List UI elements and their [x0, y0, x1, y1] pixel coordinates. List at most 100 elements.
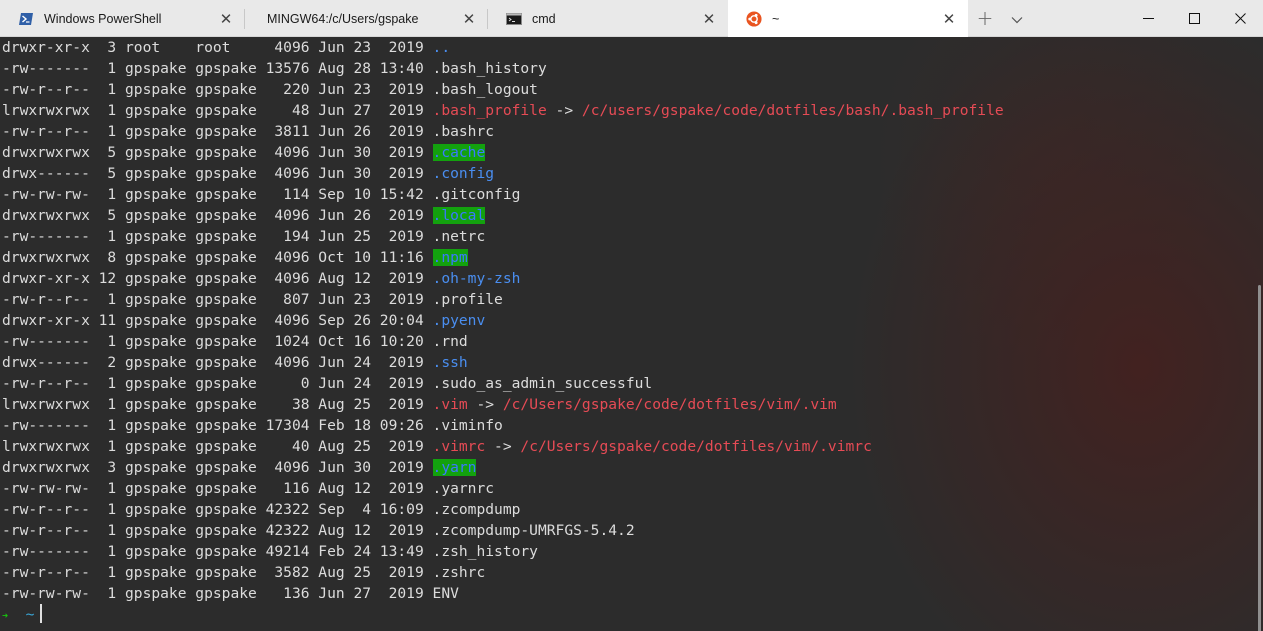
prompt-directory: ~	[25, 606, 35, 623]
file-name: .yarn	[432, 459, 477, 476]
file-name: .rnd	[432, 333, 468, 350]
new-tab-button[interactable]: +	[968, 0, 1002, 36]
close-tab-icon[interactable]: ✕	[458, 8, 480, 30]
terminal-line: -rw-r--r-- 1 gpspake gpspake 0 Jun 24 20…	[2, 373, 1004, 394]
scrollbar[interactable]	[1258, 285, 1261, 631]
tab-label: cmd	[532, 11, 556, 26]
terminal-line: -rw------- 1 gpspake gpspake 13576 Aug 2…	[2, 58, 1004, 79]
file-metadata: -rw-r--r-- 1 gpspake gpspake 807 Jun 23 …	[2, 291, 433, 308]
terminal-line: -rw-r--r-- 1 gpspake gpspake 42322 Aug 1…	[2, 520, 1004, 541]
tab-powershell[interactable]: Windows PowerShell ✕	[0, 0, 245, 37]
file-name: ..	[432, 39, 451, 56]
terminal-line: drwxrwxrwx 3 gpspake gpspake 4096 Jun 30…	[2, 457, 1004, 478]
terminal-line: drwx------ 2 gpspake gpspake 4096 Jun 24…	[2, 352, 1004, 373]
tab-mingw64[interactable]: MINGW64:/c/Users/gspake ✕	[245, 0, 488, 37]
file-metadata: -rw-r--r-- 1 gpspake gpspake 42322 Sep 4…	[2, 501, 433, 518]
file-name: .vimrc	[432, 438, 486, 455]
terminal-pane[interactable]: drwxr-xr-x 3 root root 4096 Jun 23 2019 …	[0, 37, 1263, 631]
terminal-line: drwxrwxrwx 5 gpspake gpspake 4096 Jun 26…	[2, 205, 1004, 226]
tabbar-drag-region[interactable]	[1032, 0, 1125, 36]
terminal-line: -rw-r--r-- 1 gpspake gpspake 42322 Sep 4…	[2, 499, 1004, 520]
terminal-line: -rw-r--r-- 1 gpspake gpspake 3811 Jun 26…	[2, 121, 1004, 142]
symlink-target: /c/Users/gspake/code/dotfiles/vim/.vimrc	[520, 438, 872, 455]
file-name: .ssh	[432, 354, 468, 371]
terminal-line: drwxrwxrwx 5 gpspake gpspake 4096 Jun 30…	[2, 142, 1004, 163]
terminal-line: -rw-r--r-- 1 gpspake gpspake 220 Jun 23 …	[2, 79, 1004, 100]
file-metadata: -rw------- 1 gpspake gpspake 194 Jun 25 …	[2, 228, 433, 245]
close-tab-icon[interactable]: ✕	[698, 8, 720, 30]
file-name: .zshrc	[432, 564, 486, 581]
chevron-down-icon	[1011, 9, 1023, 28]
terminal-line: drwxr-xr-x 3 root root 4096 Jun 23 2019 …	[2, 37, 1004, 58]
terminal-line: -rw------- 1 gpspake gpspake 49214 Feb 2…	[2, 541, 1004, 562]
file-name: .gitconfig	[432, 186, 521, 203]
cmd-icon	[506, 11, 522, 27]
file-metadata: drwxr-xr-x 3 root root 4096 Jun 23 2019	[2, 39, 433, 56]
file-name: .local	[432, 207, 486, 224]
terminal-line: -rw-r--r-- 1 gpspake gpspake 3582 Aug 25…	[2, 562, 1004, 583]
tab-ubuntu-active[interactable]: ~ ✕	[728, 0, 968, 37]
minimize-button[interactable]	[1125, 0, 1171, 36]
terminal-line: drwxr-xr-x 12 gpspake gpspake 4096 Aug 1…	[2, 268, 1004, 289]
prompt-line[interactable]: ➜ ~	[2, 604, 1004, 625]
terminal-output: drwxr-xr-x 3 root root 4096 Jun 23 2019 …	[2, 37, 1004, 625]
file-metadata: lrwxrwxrwx 1 gpspake gpspake 48 Jun 27 2…	[2, 102, 433, 119]
file-name: ENV	[432, 585, 459, 602]
powershell-icon	[18, 11, 34, 27]
file-metadata: drwxrwxrwx 3 gpspake gpspake 4096 Jun 30…	[2, 459, 433, 476]
close-window-button[interactable]	[1217, 0, 1263, 36]
terminal-line: drwxrwxrwx 8 gpspake gpspake 4096 Oct 10…	[2, 247, 1004, 268]
file-name: .zsh_history	[432, 543, 538, 560]
file-name: .config	[432, 165, 495, 182]
file-metadata: -rw-rw-rw- 1 gpspake gpspake 136 Jun 27 …	[2, 585, 433, 602]
file-name: .sudo_as_admin_successful	[432, 375, 653, 392]
file-metadata: -rw------- 1 gpspake gpspake 13576 Aug 2…	[2, 60, 433, 77]
file-metadata: -rw-rw-rw- 1 gpspake gpspake 114 Sep 10 …	[2, 186, 433, 203]
file-metadata: drwxrwxrwx 8 gpspake gpspake 4096 Oct 10…	[2, 249, 433, 266]
file-metadata: -rw-r--r-- 1 gpspake gpspake 3811 Jun 26…	[2, 123, 433, 140]
file-metadata: -rw------- 1 gpspake gpspake 1024 Oct 16…	[2, 333, 433, 350]
file-name: .netrc	[432, 228, 486, 245]
terminal-line: -rw-rw-rw- 1 gpspake gpspake 116 Aug 12 …	[2, 478, 1004, 499]
tab-dropdown-button[interactable]	[1002, 0, 1032, 36]
maximize-button[interactable]	[1171, 0, 1217, 36]
file-metadata: -rw-r--r-- 1 gpspake gpspake 42322 Aug 1…	[2, 522, 433, 539]
close-icon	[1234, 12, 1246, 24]
terminal-line: -rw------- 1 gpspake gpspake 17304 Feb 1…	[2, 415, 1004, 436]
file-metadata: drwx------ 5 gpspake gpspake 4096 Jun 30…	[2, 165, 433, 182]
file-name: .bash_profile	[432, 102, 547, 119]
terminal-line: -rw-r--r-- 1 gpspake gpspake 807 Jun 23 …	[2, 289, 1004, 310]
text-cursor	[40, 604, 43, 623]
file-metadata: -rw-rw-rw- 1 gpspake gpspake 116 Aug 12 …	[2, 480, 433, 497]
terminal-line: lrwxrwxrwx 1 gpspake gpspake 48 Jun 27 2…	[2, 100, 1004, 121]
minimize-icon	[1142, 17, 1154, 19]
file-metadata: drwx------ 2 gpspake gpspake 4096 Jun 24…	[2, 354, 433, 371]
file-name: .zcompdump	[432, 501, 521, 518]
tab-cmd[interactable]: cmd ✕	[488, 0, 728, 37]
file-metadata: drwxr-xr-x 11 gpspake gpspake 4096 Sep 2…	[2, 312, 433, 329]
close-tab-icon[interactable]: ✕	[938, 8, 960, 30]
file-name: .vim	[432, 396, 468, 413]
symlink-arrow: ->	[485, 438, 521, 455]
file-name: .pyenv	[432, 312, 486, 329]
file-name: .bashrc	[432, 123, 495, 140]
terminal-line: drwxr-xr-x 11 gpspake gpspake 4096 Sep 2…	[2, 310, 1004, 331]
ubuntu-icon	[746, 10, 762, 27]
symlink-target: /c/users/gspake/code/dotfiles/bash/.bash…	[581, 102, 1004, 119]
symlink-target: /c/Users/gspake/code/dotfiles/vim/.vim	[502, 396, 837, 413]
file-metadata: -rw------- 1 gpspake gpspake 49214 Feb 2…	[2, 543, 433, 560]
file-metadata: drwxrwxrwx 5 gpspake gpspake 4096 Jun 26…	[2, 207, 433, 224]
file-metadata: -rw------- 1 gpspake gpspake 17304 Feb 1…	[2, 417, 433, 434]
tab-label: ~	[772, 11, 780, 26]
file-name: .zcompdump-UMRFGS-5.4.2	[432, 522, 635, 539]
file-metadata: drwxrwxrwx 5 gpspake gpspake 4096 Jun 30…	[2, 144, 433, 161]
tab-label: MINGW64:/c/Users/gspake	[267, 11, 419, 26]
file-metadata: -rw-r--r-- 1 gpspake gpspake 220 Jun 23 …	[2, 81, 433, 98]
terminal-line: -rw------- 1 gpspake gpspake 1024 Oct 16…	[2, 331, 1004, 352]
maximize-icon	[1188, 12, 1200, 24]
close-tab-icon[interactable]: ✕	[215, 8, 237, 30]
file-metadata: -rw-r--r-- 1 gpspake gpspake 0 Jun 24 20…	[2, 375, 433, 392]
file-metadata: lrwxrwxrwx 1 gpspake gpspake 38 Aug 25 2…	[2, 396, 433, 413]
terminal-line: lrwxrwxrwx 1 gpspake gpspake 40 Aug 25 2…	[2, 436, 1004, 457]
file-metadata: lrwxrwxrwx 1 gpspake gpspake 40 Aug 25 2…	[2, 438, 433, 455]
